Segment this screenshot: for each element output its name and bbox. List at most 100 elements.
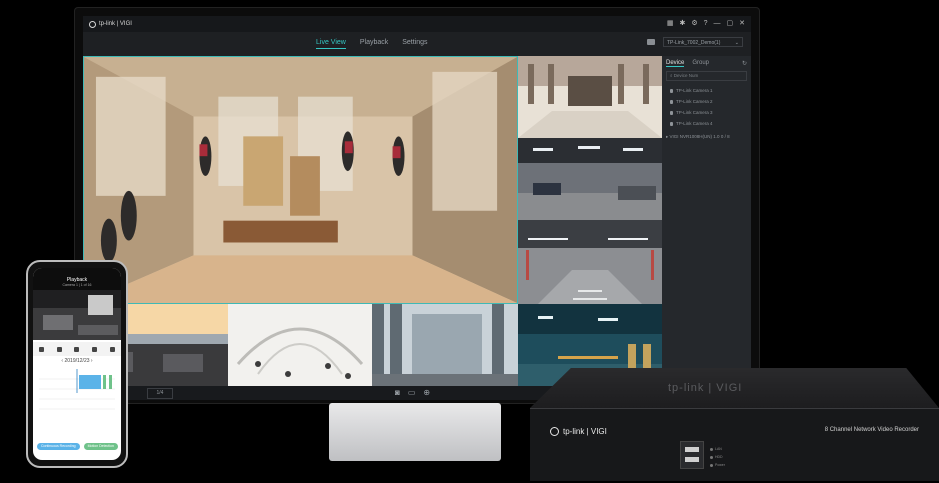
nvr-device: tp-link | VIGI tp-link | VIGI 8 Channel …: [530, 368, 939, 481]
phone-timeline[interactable]: [39, 369, 115, 415]
camera-icon: [670, 110, 673, 115]
window-controls: ▦ ✱ ⚙ ? — ▢ ✕: [667, 19, 745, 28]
camera-name: TP-Link Camera 4: [676, 121, 713, 126]
zoom-icon[interactable]: ⊕: [423, 388, 430, 398]
status-leds: LAN HDD Power: [710, 447, 725, 467]
nvr-brand-text: tp-link | VIGI: [563, 427, 607, 436]
split-layout-button[interactable]: 1/4: [147, 388, 173, 399]
camera-icon[interactable]: [39, 346, 45, 352]
tp-link-logo-icon: [550, 427, 559, 436]
split-layout-label: 1/4: [156, 390, 164, 396]
camera-list-item[interactable]: TP-Link Camera 1: [662, 85, 751, 96]
title-bar: tp-link | VIGI ▦ ✱ ⚙ ? — ▢ ✕: [83, 16, 751, 32]
video-tile-2[interactable]: [518, 56, 662, 138]
tab-live-view[interactable]: Live View: [316, 37, 346, 49]
bottom-actions: ◙ ▭ ⊕: [395, 388, 430, 398]
smartphone: Playback Camera 1 | 1 of 16 ‹ 2019/12/23…: [26, 260, 128, 468]
garage-scene-image: [518, 138, 662, 220]
camera-name: TP-Link Camera 2: [676, 99, 713, 104]
nvr-group-name: VIGI NVR1008H(UN) 1.0: [669, 134, 720, 139]
camera-name: TP-Link Camera 3: [676, 110, 713, 115]
camera-icon: [670, 88, 673, 93]
video-tile-6[interactable]: [228, 304, 372, 386]
minimize-icon[interactable]: —: [714, 19, 721, 28]
device-panel-tabs: Device Group ↻: [662, 56, 751, 67]
tab-playback[interactable]: Playback: [360, 37, 388, 49]
chevron-down-icon: ⌄: [734, 40, 739, 46]
nvr-top: tp-link | VIGI: [530, 368, 939, 408]
grid-icon[interactable]: [92, 346, 98, 352]
brand-logo: tp-link | VIGI: [89, 20, 132, 28]
nvr-group-item[interactable]: ▸ VIGI NVR1008H(UN) 1.0 0 / 8: [662, 129, 751, 145]
video-tile-4[interactable]: [518, 220, 662, 304]
device-search-input[interactable]: ⌕ Device Num: [666, 71, 747, 81]
layout-icon[interactable]: ▦: [667, 19, 674, 28]
calendar-icon[interactable]: [74, 346, 80, 352]
phone-video[interactable]: [33, 290, 121, 340]
usb-port: [685, 457, 699, 462]
snapshot-icon[interactable]: ◙: [395, 388, 400, 398]
atrium-scene-image: [228, 304, 372, 386]
fullscreen-icon[interactable]: [109, 346, 115, 352]
video-grid: [83, 56, 662, 386]
chevron-right-icon: ▸: [666, 134, 669, 139]
camera-list-item[interactable]: TP-Link Camera 3: [662, 107, 751, 118]
phone-date[interactable]: ‹ 2019/12/23 ›: [33, 358, 121, 364]
close-icon[interactable]: ✕: [739, 19, 745, 28]
maximize-icon[interactable]: ▢: [727, 19, 734, 28]
recording-segment: [79, 375, 101, 389]
parking-scene-image: [518, 220, 662, 304]
alarm-icon[interactable]: ✱: [679, 19, 685, 28]
nvr-top-logo: tp-link | VIGI: [668, 382, 743, 394]
video-tile-3[interactable]: [518, 138, 662, 220]
continuous-recording-button[interactable]: Continuous Recording: [37, 443, 80, 450]
tp-link-logo-icon: [89, 20, 96, 28]
hall-scene-image: [518, 56, 662, 138]
brand-text: tp-link | VIGI: [99, 21, 132, 27]
tab-device[interactable]: Device: [666, 60, 685, 67]
monitor: tp-link | VIGI ▦ ✱ ⚙ ? — ▢ ✕ Live View P…: [75, 8, 759, 403]
nvr-group-count: 0 / 8: [720, 134, 730, 139]
motion-detection-button[interactable]: Motion Detection: [83, 443, 118, 450]
motion-segment: [103, 375, 106, 389]
video-icon[interactable]: [56, 346, 62, 352]
chevron-right-icon[interactable]: ›: [91, 358, 93, 364]
tab-settings[interactable]: Settings: [402, 37, 427, 49]
led-hdd: HDD: [710, 455, 725, 459]
phone-app-screen: Playback Camera 1 | 1 of 16 ‹ 2019/12/23…: [33, 268, 121, 460]
gear-icon[interactable]: ⚙: [691, 19, 697, 28]
help-icon[interactable]: ?: [704, 19, 708, 28]
video-tile-7[interactable]: [372, 304, 518, 386]
monitor-stand: [329, 403, 501, 461]
site-select-value: TP-Link_7002_Demo(1): [667, 40, 721, 46]
folder-icon[interactable]: [647, 39, 655, 45]
nvr-logo: tp-link | VIGI: [550, 427, 607, 436]
camera-icon: [670, 99, 673, 104]
record-icon[interactable]: ▭: [408, 388, 416, 398]
nvr-model-label: 8 Channel Network Video Recorder: [824, 427, 919, 433]
tab-group[interactable]: Group: [692, 60, 709, 67]
search-icon: ⌕: [670, 73, 673, 78]
camera-icon: [670, 121, 673, 126]
nav-bar: Live View Playback Settings TP-Link_7002…: [83, 32, 751, 56]
video-tile-main[interactable]: [83, 56, 518, 304]
usb-port: [685, 447, 699, 452]
camera-list-item[interactable]: TP-Link Camera 4: [662, 118, 751, 129]
device-panel: Device Group ↻ ⌕ Device Num TP-Link Came…: [662, 56, 751, 386]
vms-app-window: tp-link | VIGI ▦ ✱ ⚙ ? — ▢ ✕ Live View P…: [83, 16, 751, 400]
device-search-placeholder: Device Num: [673, 73, 699, 78]
camera-list-item[interactable]: TP-Link Camera 2: [662, 96, 751, 107]
phone-date-text: 2019/12/23: [64, 358, 90, 364]
phone-legend: Continuous Recording Motion Detection: [37, 443, 118, 450]
refresh-icon[interactable]: ↻: [742, 60, 747, 67]
chevron-left-icon[interactable]: ‹: [61, 358, 63, 364]
museum-scene-image: [84, 57, 517, 303]
phone-subtitle: Camera 1 | 1 of 16: [62, 283, 92, 287]
main-tabs: Live View Playback Settings: [316, 37, 428, 49]
lobby-scene-image: [33, 290, 121, 340]
nvr-front-panel: tp-link | VIGI 8 Channel Network Video R…: [530, 408, 939, 481]
usb-ports: [680, 441, 704, 469]
site-select[interactable]: TP-Link_7002_Demo(1) ⌄: [663, 37, 743, 47]
building-scene-image: [372, 304, 518, 386]
nav-right: TP-Link_7002_Demo(1) ⌄: [647, 37, 743, 47]
